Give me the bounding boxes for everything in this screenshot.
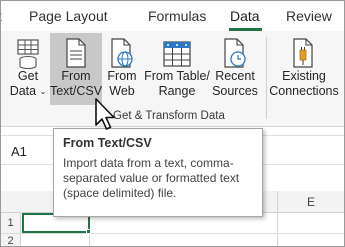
column-header-e[interactable]: E <box>307 195 315 209</box>
ribbon-group-divider <box>266 37 267 119</box>
get-data-label-2: Data ⌄ <box>9 84 47 98</box>
chevron-down-icon: ⌄ <box>39 87 47 96</box>
get-data-label-1: Get <box>17 69 39 83</box>
from-text-csv-button[interactable]: From Text/CSV <box>50 33 102 105</box>
row-header-2[interactable]: 2 <box>1 234 21 246</box>
mouse-pointer-icon <box>95 98 115 130</box>
existing-connections-label-1: Existing <box>282 69 326 83</box>
existing-connections-button[interactable]: Existing Connections <box>269 33 339 105</box>
clock-file-icon <box>223 35 247 69</box>
column-divider <box>277 191 278 246</box>
get-data-button[interactable]: Get Data ⌄ <box>7 33 49 105</box>
database-table-icon <box>16 35 40 69</box>
from-text-csv-label-1: From <box>61 69 91 83</box>
from-text-csv-tooltip: From Text/CSV Import data from a text, c… <box>53 128 263 217</box>
recent-sources-label-2: Sources <box>212 84 258 98</box>
recent-sources-label-1: Recent <box>215 69 255 83</box>
from-web-label-1: From <box>107 69 137 83</box>
text-file-icon <box>65 35 87 69</box>
ribbon-tab-bar: t Page Layout Formulas Data Review <box>1 1 344 31</box>
from-web-button[interactable]: From Web <box>104 33 140 105</box>
web-page-icon <box>110 35 134 69</box>
fill-handle[interactable] <box>86 229 91 234</box>
tooltip-title: From Text/CSV <box>63 136 152 150</box>
name-box[interactable]: A1 <box>11 144 27 159</box>
tab-review[interactable]: Review <box>286 8 332 24</box>
connections-file-icon <box>292 35 316 69</box>
existing-connections-label-2: Connections <box>269 84 339 98</box>
from-table-range-button[interactable]: From Table/ Range <box>143 33 211 105</box>
tab-insert-partial[interactable]: t <box>1 8 4 24</box>
ribbon-group-label: Get & Transform Data <box>113 110 225 122</box>
tab-formulas[interactable]: Formulas <box>148 8 206 24</box>
row-header-1[interactable]: 1 <box>1 213 21 233</box>
excel-window: t Page Layout Formulas Data Review Get <box>0 0 345 247</box>
ribbon-panel: Get Data ⌄ From Text/CSV From Web From T… <box>1 31 344 127</box>
from-table-range-label-2: Range <box>158 84 196 98</box>
row-divider <box>1 233 344 234</box>
from-table-range-label-1: From Table/ <box>144 69 210 83</box>
table-range-icon <box>162 35 192 69</box>
tooltip-description: Import data from a text, comma-separated… <box>63 156 240 200</box>
tab-data[interactable]: Data <box>230 8 260 24</box>
tab-page-layout[interactable]: Page Layout <box>29 8 108 24</box>
recent-sources-button[interactable]: Recent Sources <box>212 33 258 105</box>
